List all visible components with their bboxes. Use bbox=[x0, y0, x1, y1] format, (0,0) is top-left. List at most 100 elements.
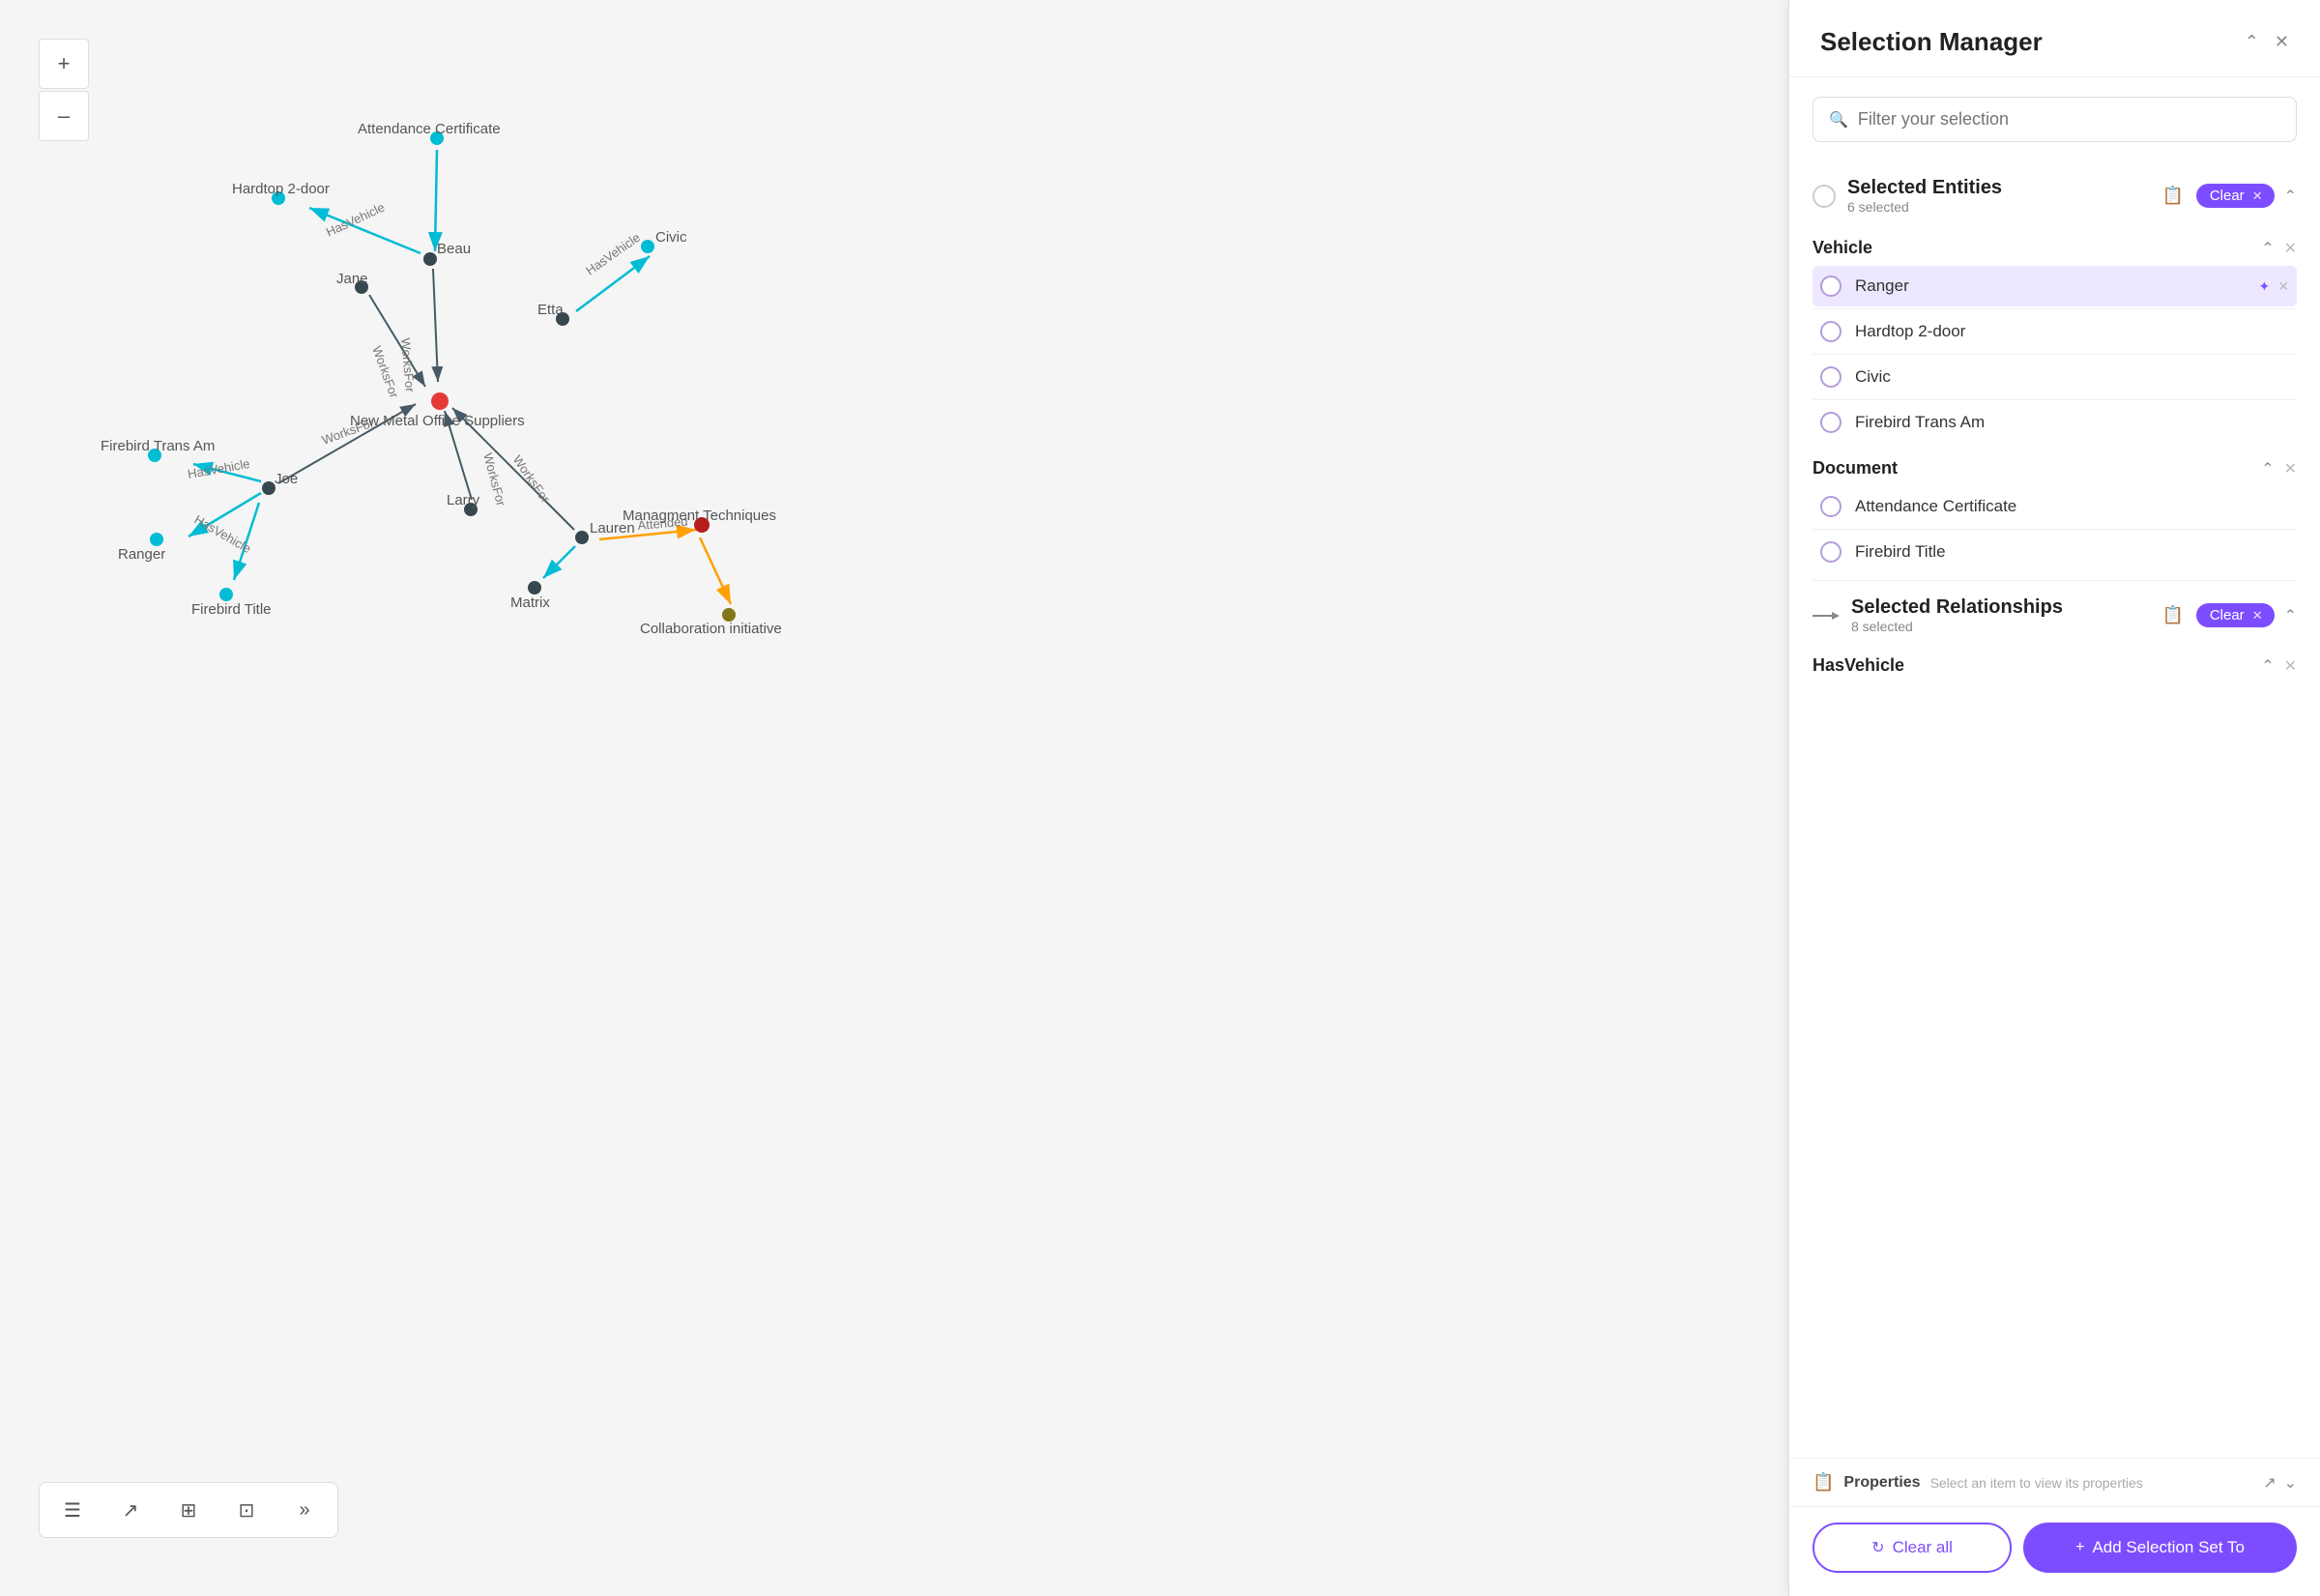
toolbar-list-icon[interactable]: ☰ bbox=[55, 1493, 90, 1527]
vehicle-name-firebird: Firebird Trans Am bbox=[1855, 413, 2246, 432]
remove-firetitle-icon[interactable]: ✕ bbox=[2277, 544, 2289, 561]
vehicle-dot-hardtop bbox=[1820, 321, 1842, 342]
document-name-attendance: Attendance Certificate bbox=[1855, 497, 2246, 516]
document-group-close-icon[interactable]: ✕ bbox=[2284, 459, 2297, 479]
selected-relationships-count: 8 selected bbox=[1851, 619, 2063, 634]
toolbar-more-icon[interactable]: » bbox=[287, 1493, 322, 1527]
graph-canvas[interactable]: HasVehicle HasVehicle WorksFor WorksFor … bbox=[0, 0, 1788, 1596]
remove-civic-icon[interactable]: ✕ bbox=[2277, 369, 2289, 386]
graph-svg: HasVehicle HasVehicle WorksFor WorksFor … bbox=[0, 0, 1788, 1596]
divider bbox=[1812, 354, 2297, 355]
svg-text:WorksFor: WorksFor bbox=[510, 452, 554, 506]
entities-collapse-icon[interactable]: ⌃ bbox=[2284, 187, 2297, 206]
document-group: Document ⌃ ✕ Attendance Certificate ✦ ✕ bbox=[1812, 447, 2297, 572]
svg-text:Etta: Etta bbox=[537, 302, 564, 318]
vehicle-item-civic[interactable]: Civic ✦ ✕ bbox=[1812, 357, 2297, 397]
properties-chevron-icon[interactable]: ⌄ bbox=[2284, 1473, 2297, 1493]
panel-header-actions: ⌃ ✕ bbox=[2245, 32, 2289, 52]
panel-close-icon[interactable]: ✕ bbox=[2275, 32, 2289, 52]
remove-attendance-icon[interactable]: ✕ bbox=[2277, 499, 2289, 515]
focus-ranger-icon[interactable]: ✦ bbox=[2259, 278, 2271, 295]
svg-text:Ranger: Ranger bbox=[118, 546, 165, 563]
document-group-collapse-icon[interactable]: ⌃ bbox=[2261, 459, 2274, 479]
remove-ranger-icon[interactable]: ✕ bbox=[2277, 278, 2289, 295]
hasvehicle-group-collapse-icon[interactable]: ⌃ bbox=[2261, 656, 2274, 676]
add-selection-label: Add Selection Set To bbox=[2092, 1538, 2245, 1557]
properties-expand-icon[interactable]: ↗ bbox=[2263, 1473, 2276, 1493]
selected-entities-title-group: Selected Entities 6 selected bbox=[1812, 177, 2002, 215]
panel-footer: ↻ Clear all + Add Selection Set To bbox=[1789, 1506, 2320, 1596]
clear-all-button[interactable]: ↻ Clear all bbox=[1812, 1523, 2012, 1573]
selection-manager-panel: Selection Manager ⌃ ✕ 🔍 Selected Entitie… bbox=[1788, 0, 2320, 1596]
properties-icon: 📋 bbox=[1812, 1472, 1834, 1493]
vehicle-group-collapse-icon[interactable]: ⌃ bbox=[2261, 239, 2274, 258]
focus-firetitle-icon[interactable]: ✦ bbox=[2259, 544, 2271, 561]
focus-firebird-icon[interactable]: ✦ bbox=[2259, 415, 2271, 431]
svg-text:HasVehicle: HasVehicle bbox=[324, 200, 387, 240]
zoom-out-button[interactable]: – bbox=[39, 91, 89, 141]
toolbar-grid-icon[interactable]: ⊞ bbox=[171, 1493, 206, 1527]
remove-firebird-icon[interactable]: ✕ bbox=[2277, 415, 2289, 431]
search-input[interactable] bbox=[1858, 109, 2280, 130]
svg-text:Hardtop 2-door: Hardtop 2-door bbox=[232, 181, 330, 197]
zoom-in-button[interactable]: + bbox=[39, 39, 89, 89]
panel-header: Selection Manager ⌃ ✕ bbox=[1789, 0, 2320, 77]
clear-relationships-button[interactable]: Clear ✕ bbox=[2196, 603, 2275, 627]
selected-entities-title: Selected Entities bbox=[1847, 177, 2002, 199]
document-item-attendance[interactable]: Attendance Certificate ✦ ✕ bbox=[1812, 486, 2297, 527]
remove-hardtop-icon[interactable]: ✕ bbox=[2277, 324, 2289, 340]
properties-bar: 📋 Properties Select an item to view its … bbox=[1789, 1458, 2320, 1506]
clear-all-icon: ↻ bbox=[1871, 1538, 1884, 1557]
hasvehicle-group-close-icon[interactable]: ✕ bbox=[2284, 656, 2297, 676]
svg-text:HasVehicle: HasVehicle bbox=[187, 456, 251, 481]
hasvehicle-group-actions: ⌃ ✕ bbox=[2261, 656, 2297, 676]
vehicle-group-actions: ⌃ ✕ bbox=[2261, 239, 2297, 258]
search-icon: 🔍 bbox=[1829, 110, 1848, 130]
hasvehicle-group-header: HasVehicle ⌃ ✕ bbox=[1812, 646, 2297, 683]
zoom-controls: + – bbox=[39, 39, 89, 141]
add-selection-button[interactable]: + Add Selection Set To bbox=[2023, 1523, 2297, 1573]
toolbar-select-icon[interactable]: ↗ bbox=[113, 1493, 148, 1527]
vehicle-item-ranger[interactable]: Ranger ✦ ✕ bbox=[1812, 266, 2297, 306]
selected-relationships-actions: 📋 Clear ✕ ⌃ bbox=[2160, 602, 2297, 629]
focus-attendance-icon[interactable]: ✦ bbox=[2259, 499, 2271, 515]
vehicle-group-header: Vehicle ⌃ ✕ bbox=[1812, 226, 2297, 266]
svg-text:Firebird Title: Firebird Title bbox=[191, 601, 272, 618]
document-group-title: Document bbox=[1812, 458, 1898, 479]
svg-text:HasVehicle: HasVehicle bbox=[583, 230, 643, 278]
svg-text:HasVehicle: HasVehicle bbox=[192, 512, 254, 557]
focus-hardtop-icon[interactable]: ✦ bbox=[2259, 324, 2271, 340]
toolbar-box-icon[interactable]: ⊡ bbox=[229, 1493, 264, 1527]
bottom-toolbar: ☰ ↗ ⊞ ⊡ » bbox=[39, 1482, 338, 1538]
vehicle-dot-firebird bbox=[1820, 412, 1842, 433]
vehicle-item-firebird[interactable]: Firebird Trans Am ✦ ✕ bbox=[1812, 402, 2297, 443]
svg-text:WorksFor: WorksFor bbox=[369, 344, 402, 400]
svg-text:Matrix: Matrix bbox=[510, 595, 550, 611]
clear-entities-button[interactable]: Clear ✕ bbox=[2196, 184, 2275, 208]
vehicle-name-ranger: Ranger bbox=[1855, 276, 2246, 296]
svg-text:Joe: Joe bbox=[275, 471, 298, 487]
vehicle-group: Vehicle ⌃ ✕ Ranger ✦ ✕ Hardtop 2-door bbox=[1812, 226, 2297, 443]
copy-entities-icon[interactable]: 📋 bbox=[2160, 183, 2187, 210]
vehicle-item-actions-ranger: ✦ ✕ bbox=[2259, 278, 2289, 295]
focus-civic-icon[interactable]: ✦ bbox=[2259, 369, 2271, 386]
copy-relationships-icon[interactable]: 📋 bbox=[2160, 602, 2187, 629]
panel-collapse-icon[interactable]: ⌃ bbox=[2245, 32, 2259, 52]
hasvehicle-group-title: HasVehicle bbox=[1812, 655, 1904, 676]
selected-entities-actions: 📋 Clear ✕ ⌃ bbox=[2160, 183, 2297, 210]
relationship-arrow-icon bbox=[1812, 609, 1840, 623]
svg-text:New Metal Office Suppliers: New Metal Office Suppliers bbox=[350, 413, 525, 429]
selected-entities-header: Selected Entities 6 selected 📋 Clear ✕ ⌃ bbox=[1812, 161, 2297, 226]
document-item-firetitle[interactable]: Firebird Title ✦ ✕ bbox=[1812, 532, 2297, 572]
vehicle-group-close-icon[interactable]: ✕ bbox=[2284, 239, 2297, 258]
selected-relationships-title-group: Selected Relationships 8 selected bbox=[1812, 596, 2063, 634]
hasvehicle-group: HasVehicle ⌃ ✕ bbox=[1812, 646, 2297, 683]
divider bbox=[1812, 399, 2297, 400]
vehicle-item-hardtop[interactable]: Hardtop 2-door ✦ ✕ bbox=[1812, 311, 2297, 352]
vehicle-dot-ranger bbox=[1820, 276, 1842, 297]
relationships-collapse-icon[interactable]: ⌃ bbox=[2284, 606, 2297, 625]
vehicle-dot-civic bbox=[1820, 366, 1842, 388]
document-group-actions: ⌃ ✕ bbox=[2261, 459, 2297, 479]
properties-hint: Select an item to view its properties bbox=[1930, 1475, 2143, 1491]
vehicle-name-civic: Civic bbox=[1855, 367, 2246, 387]
